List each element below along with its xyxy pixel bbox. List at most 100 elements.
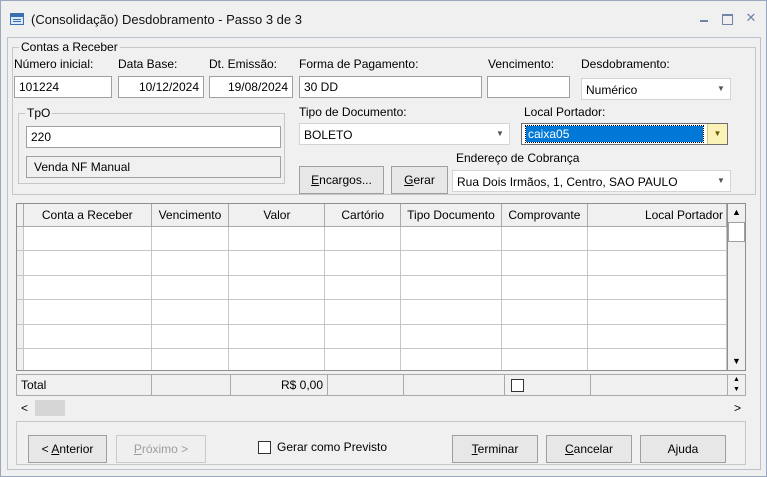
grid-cell[interactable] xyxy=(228,250,326,276)
grid-cell[interactable] xyxy=(587,299,727,325)
scroll-thumb[interactable] xyxy=(728,222,745,242)
total-cell xyxy=(152,375,231,395)
table-row[interactable] xyxy=(17,275,727,300)
grid-cell[interactable] xyxy=(587,324,727,349)
chevron-down-icon[interactable]: ▼ xyxy=(714,82,728,96)
grid-cell[interactable] xyxy=(228,275,326,300)
main-panel: Contas a Receber Número inicial: 101224 … xyxy=(7,37,761,470)
scroll-left-icon[interactable]: < xyxy=(16,399,33,417)
minimize-button[interactable] xyxy=(694,9,714,27)
dialog-window: (Consolidação) Desdobramento - Passo 3 d… xyxy=(0,0,767,477)
column-header[interactable]: Local Portador xyxy=(587,204,727,227)
gerar-button[interactable]: Gerar xyxy=(391,166,448,194)
total-valor: R$ 0,00 xyxy=(231,375,328,395)
grid-cell[interactable] xyxy=(228,324,326,349)
grid-cell[interactable] xyxy=(151,299,230,325)
hscroll-thumb[interactable] xyxy=(35,400,65,416)
scroll-up-icon[interactable]: ▲ xyxy=(728,204,745,221)
grid-cell[interactable] xyxy=(587,275,727,300)
table-row[interactable] xyxy=(17,226,727,251)
gerar-previsto-checkbox[interactable] xyxy=(258,441,271,454)
column-header[interactable]: Valor xyxy=(228,204,326,227)
cancelar-button[interactable]: Cancelar xyxy=(546,435,632,463)
table-row[interactable] xyxy=(17,250,727,276)
gerar-previsto-label[interactable]: Gerar como Previsto xyxy=(277,440,387,454)
grid-horizontal-scrollbar[interactable]: < > xyxy=(16,399,746,417)
grid-cell[interactable] xyxy=(501,299,588,325)
table-row[interactable] xyxy=(17,348,727,370)
column-header[interactable]: Tipo Documento xyxy=(400,204,502,227)
grid-cell[interactable] xyxy=(400,348,502,370)
grid-cell[interactable] xyxy=(400,250,502,276)
column-header[interactable]: Comprovante xyxy=(501,204,588,227)
grid-cell[interactable] xyxy=(587,348,727,370)
grid-cell[interactable] xyxy=(501,226,588,251)
grid-cell[interactable] xyxy=(587,250,727,276)
ajuda-button[interactable]: Ajuda xyxy=(640,435,726,463)
dt-emissao-input[interactable]: 19/08/2024 xyxy=(209,76,293,98)
totals-spinner[interactable]: ▲ ▼ xyxy=(727,374,746,396)
table-row[interactable] xyxy=(17,324,727,349)
grid-cell[interactable] xyxy=(587,226,727,251)
grid-cell[interactable] xyxy=(23,299,152,325)
terminar-button[interactable]: Terminar xyxy=(452,435,538,463)
grid-cell[interactable] xyxy=(400,299,502,325)
chevron-down-icon[interactable]: ▼ xyxy=(493,127,507,141)
grid-cell[interactable] xyxy=(324,226,402,251)
grid-cell[interactable] xyxy=(151,348,230,370)
total-cell xyxy=(404,375,505,395)
local-portador-select[interactable]: caixa05 ▼ xyxy=(521,123,728,145)
comprovante-checkbox[interactable] xyxy=(511,379,524,393)
grid-cell[interactable] xyxy=(324,275,402,300)
close-button[interactable]: ✕ xyxy=(741,9,761,27)
grid-cell[interactable] xyxy=(501,275,588,300)
grid-cell[interactable] xyxy=(151,324,230,349)
column-header[interactable]: Cartório xyxy=(324,204,402,227)
grid-cell[interactable] xyxy=(501,324,588,349)
endereco-cobranca-select[interactable]: Rua Dois Irmãos, 1, Centro, SAO PAULO ▼ xyxy=(452,170,731,192)
grid-cell[interactable] xyxy=(228,348,326,370)
contas-grid[interactable]: Conta a Receber Vencimento Valor Cartóri… xyxy=(16,203,728,371)
grid-cell[interactable] xyxy=(228,226,326,251)
tpo-code-input[interactable]: 220 xyxy=(26,126,281,148)
chevron-down-icon[interactable]: ▼ xyxy=(707,124,727,144)
forma-pagamento-input[interactable]: 30 DD xyxy=(299,76,482,98)
grid-cell[interactable] xyxy=(324,250,402,276)
vencimento-input[interactable] xyxy=(487,76,570,98)
grid-cell[interactable] xyxy=(23,226,152,251)
grid-cell[interactable] xyxy=(400,226,502,251)
grid-cell[interactable] xyxy=(400,324,502,349)
encargos-button[interactable]: Encargos... xyxy=(299,166,384,194)
grid-cell[interactable] xyxy=(324,324,402,349)
grid-cell[interactable] xyxy=(228,299,326,325)
grid-cell[interactable] xyxy=(151,250,230,276)
grid-cell[interactable] xyxy=(23,348,152,370)
title-bar[interactable]: (Consolidação) Desdobramento - Passo 3 d… xyxy=(1,1,766,37)
grid-cell[interactable] xyxy=(400,275,502,300)
grid-cell[interactable] xyxy=(23,324,152,349)
grid-cell[interactable] xyxy=(23,275,152,300)
chevron-down-icon[interactable]: ▼ xyxy=(714,174,728,188)
tipo-documento-select[interactable]: BOLETO ▼ xyxy=(299,123,510,145)
table-row[interactable] xyxy=(17,299,727,325)
grid-cell[interactable] xyxy=(324,299,402,325)
grid-cell[interactable] xyxy=(501,348,588,370)
grid-cell[interactable] xyxy=(151,226,230,251)
maximize-button[interactable] xyxy=(717,9,737,27)
scroll-down-icon[interactable]: ▼ xyxy=(728,353,745,370)
grid-vertical-scrollbar[interactable]: ▲ ▼ xyxy=(727,203,746,371)
proximo-button[interactable]: Próximo > xyxy=(116,435,206,463)
grid-cell[interactable] xyxy=(151,275,230,300)
data-base-input[interactable]: 10/12/2024 xyxy=(118,76,204,98)
numero-inicial-label: Número inicial: xyxy=(14,57,94,71)
desdobramento-select[interactable]: Numérico ▼ xyxy=(581,78,731,100)
column-header[interactable]: Conta a Receber xyxy=(23,204,152,227)
scroll-right-icon[interactable]: > xyxy=(729,399,746,417)
column-header[interactable]: Vencimento xyxy=(151,204,230,227)
totals-row: Total R$ 0,00 xyxy=(16,374,728,396)
grid-cell[interactable] xyxy=(324,348,402,370)
numero-inicial-input[interactable]: 101224 xyxy=(14,76,112,98)
anterior-button[interactable]: < Anterior xyxy=(28,435,107,463)
grid-cell[interactable] xyxy=(23,250,152,276)
grid-cell[interactable] xyxy=(501,250,588,276)
